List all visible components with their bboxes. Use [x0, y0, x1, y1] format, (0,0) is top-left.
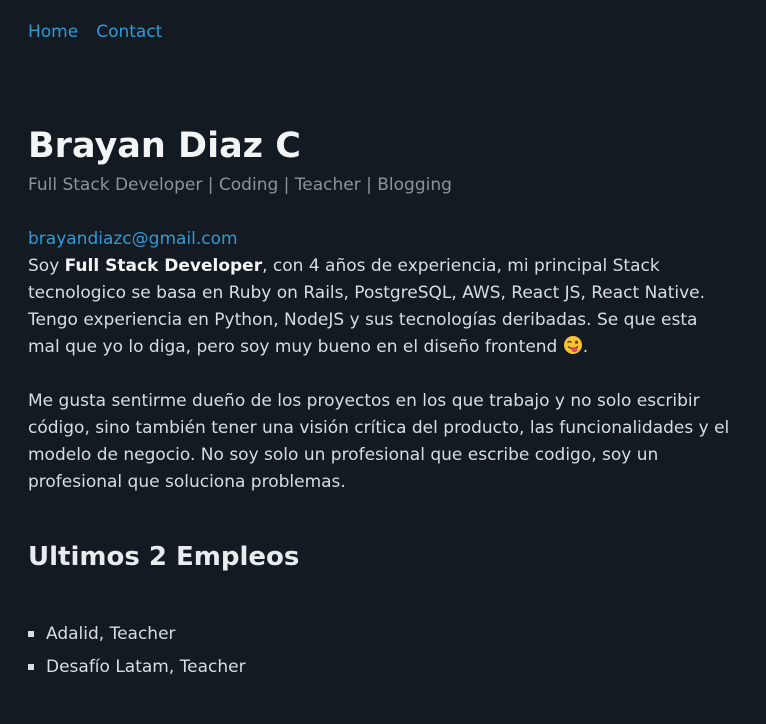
- email-link[interactable]: brayandiazc@gmail.com: [28, 228, 238, 250]
- profile-name: Brayan Diaz C: [28, 126, 301, 166]
- job-label: Adalid, Teacher: [46, 624, 176, 644]
- list-item: Desafío Latam, Teacher: [28, 651, 246, 684]
- bullet-icon: [28, 631, 34, 637]
- nav-contact-link[interactable]: Contact: [96, 22, 162, 42]
- job-label: Desafío Latam, Teacher: [46, 657, 246, 677]
- list-item: Adalid, Teacher: [28, 618, 246, 651]
- bullet-icon: [28, 664, 34, 670]
- bio-paragraph-2: Me gusta sentirme dueño de los proyectos…: [28, 391, 730, 492]
- nav-home-link[interactable]: Home: [28, 22, 78, 42]
- page: Home Contact Brayan Diaz C Full Stack Dev…: [0, 0, 766, 724]
- bio-paragraph-1: Soy Full Stack Developer, con 4 años de …: [28, 253, 733, 361]
- profile-tagline: Full Stack Developer | Coding | Teacher …: [28, 175, 452, 195]
- jobs-heading: Ultimos 2 Empleos: [28, 542, 300, 572]
- winking-tongue-face-icon: [563, 336, 582, 354]
- jobs-list: Adalid, Teacher Desafío Latam, Teacher: [28, 618, 246, 684]
- top-nav: Home Contact: [28, 20, 180, 44]
- bio-role: Full Stack Developer: [64, 256, 263, 276]
- bio-end: .: [582, 337, 589, 357]
- bio-intro: Soy: [28, 256, 65, 276]
